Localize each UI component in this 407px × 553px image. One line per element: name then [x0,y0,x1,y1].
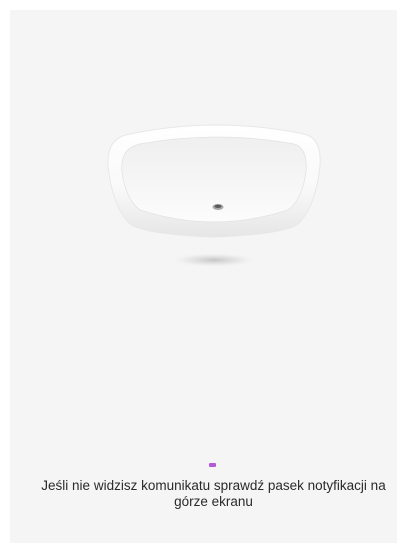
basin-device-icon [107,124,321,267]
progress-indicator [209,463,216,467]
main-screen: Jeśli nie widzisz komunikatu sprawdź pas… [10,10,397,543]
notification-hint-text: Jeśli nie widzisz komunikatu sprawdź pas… [41,478,386,509]
